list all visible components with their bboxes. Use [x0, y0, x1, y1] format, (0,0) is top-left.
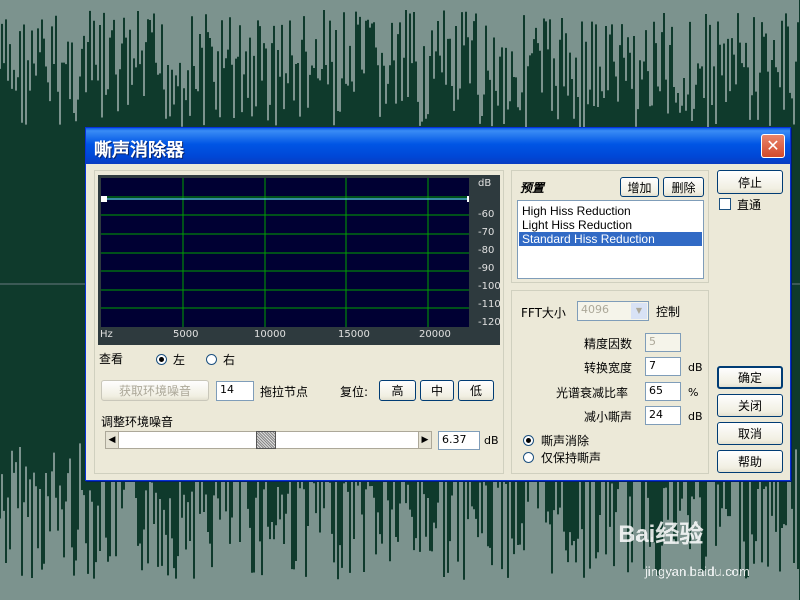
fft-size-value: 4096: [581, 303, 609, 316]
bypass-checkbox[interactable]: [719, 198, 731, 210]
transition-width-input[interactable]: 7: [645, 357, 681, 376]
mode-keep-radio[interactable]: [523, 452, 534, 463]
view-left-radio[interactable]: [156, 354, 167, 365]
db-tick: -90: [478, 263, 495, 274]
presets-label: 预置: [520, 181, 545, 195]
db-axis-label: dB: [478, 178, 492, 189]
reduce-hiss-input[interactable]: 24: [645, 406, 681, 425]
adjust-noise-label: 调整环境噪音: [101, 415, 174, 429]
cancel-button[interactable]: 取消: [717, 422, 783, 445]
watermark-logo: Bai经验: [618, 521, 704, 548]
db-tick: -110: [478, 299, 501, 310]
close-button[interactable]: 关闭: [717, 394, 783, 417]
reset-low-button[interactable]: 低: [458, 380, 494, 401]
curve-node-left[interactable]: [101, 196, 107, 202]
noise-graph[interactable]: dB -60 -70 -80 -90 -100 -110 -120 Hz 500…: [98, 175, 501, 345]
reset-label: 复位:: [340, 385, 369, 399]
reduce-hiss-label: 减小嘶声: [584, 410, 633, 424]
precision-label: 精度因数: [584, 337, 633, 351]
hz-tick: 5000: [173, 329, 199, 340]
fft-size-select[interactable]: 4096 ▼: [577, 301, 649, 321]
slider-thumb[interactable]: [256, 431, 276, 449]
db-tick: -120: [478, 317, 501, 328]
precision-input[interactable]: 5: [645, 333, 681, 352]
db-tick: -80: [478, 245, 495, 256]
hz-tick: 15000: [338, 329, 370, 340]
fft-size-label: FFT大小: [521, 306, 566, 320]
graph-canvas[interactable]: [101, 178, 469, 327]
title-bar[interactable]: 嘶声消除器 ✕: [86, 128, 790, 164]
add-preset-button[interactable]: 增加: [620, 177, 659, 197]
help-button[interactable]: 帮助: [717, 450, 783, 473]
nodes-label: 拖拉节点: [260, 385, 309, 399]
reset-high-button[interactable]: 高: [379, 380, 416, 401]
preset-item-selected[interactable]: Standard Hiss Reduction: [519, 232, 702, 246]
slider-right-arrow[interactable]: ▶: [418, 431, 432, 449]
hz-tick: 10000: [254, 329, 286, 340]
hz-axis-label: Hz: [100, 329, 113, 340]
mode-remove-radio[interactable]: [523, 435, 534, 446]
adjust-value-input[interactable]: 6.37: [438, 431, 480, 450]
chevron-down-icon[interactable]: ▼: [631, 303, 647, 319]
view-label: 查看: [99, 352, 124, 366]
view-left-label: 左: [173, 353, 186, 367]
nodes-input[interactable]: 14: [216, 381, 254, 401]
mode-keep-label: 仅保持嘶声: [541, 451, 602, 465]
close-icon[interactable]: ✕: [761, 134, 785, 158]
control-button[interactable]: 控制: [652, 301, 684, 321]
spectral-decay-unit: %: [688, 386, 699, 399]
db-tick: -100: [478, 281, 501, 292]
reset-mid-button[interactable]: 中: [420, 380, 454, 401]
dialog-title: 嘶声消除器: [94, 140, 184, 161]
stop-button[interactable]: 停止: [717, 170, 783, 194]
slider-left-arrow[interactable]: ◀: [105, 431, 119, 449]
spectral-decay-label: 光谱衰减比率: [556, 386, 629, 400]
reduce-hiss-unit: dB: [688, 410, 703, 423]
preset-item[interactable]: Light Hiss Reduction: [519, 218, 702, 232]
get-noise-profile-button[interactable]: 获取环境噪音: [101, 380, 209, 401]
mode-remove-label: 嘶声消除: [541, 434, 590, 448]
adjust-noise-slider[interactable]: ◀ ▶: [105, 431, 432, 449]
ok-button[interactable]: 确定: [717, 366, 783, 389]
view-right-radio[interactable]: [206, 354, 217, 365]
bypass-label: 直通: [737, 198, 762, 212]
hz-tick: 20000: [419, 329, 451, 340]
watermark-url: jingyan.baidu.com: [645, 564, 750, 579]
transition-width-label: 转换宽度: [584, 361, 633, 375]
transition-unit: dB: [688, 361, 703, 374]
db-tick: -70: [478, 227, 495, 238]
delete-preset-button[interactable]: 删除: [663, 177, 704, 197]
curve-node-right[interactable]: [467, 196, 469, 202]
adjust-unit: dB: [484, 434, 499, 447]
presets-list[interactable]: High Hiss Reduction Light Hiss Reduction…: [517, 200, 704, 279]
view-right-label: 右: [223, 353, 236, 367]
spectral-decay-input[interactable]: 65: [645, 382, 681, 401]
preset-item[interactable]: High Hiss Reduction: [519, 204, 702, 218]
db-tick: -60: [478, 209, 495, 220]
